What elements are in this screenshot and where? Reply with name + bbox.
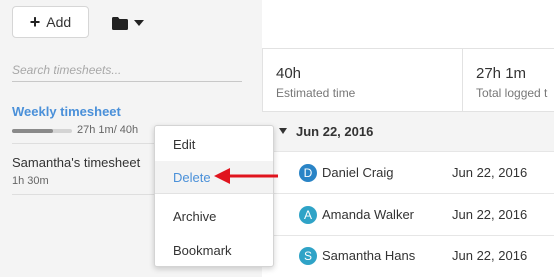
menu-item-label: Delete: [173, 170, 211, 185]
menu-item-label: Edit: [173, 137, 196, 152]
avatar: S: [299, 247, 317, 265]
collapse-triangle-icon[interactable]: [279, 128, 287, 134]
timesheet-meta-samantha: 1h 30m: [12, 175, 49, 187]
context-menu: Edit Delete Archive Bookmark: [154, 125, 274, 267]
row-user-name: Samantha Hans: [322, 248, 416, 263]
row-date: Jun 22, 2016: [452, 207, 528, 222]
avatar: D: [299, 164, 317, 182]
menu-divider: [155, 193, 273, 194]
add-button-label: Add: [46, 14, 72, 30]
folder-icon: [112, 16, 128, 30]
timesheet-progress-bar: [12, 129, 72, 133]
caret-down-icon: [134, 20, 144, 26]
row-user-name: Daniel Craig: [322, 165, 394, 180]
stats-divider: [462, 48, 463, 112]
add-button[interactable]: + Add: [12, 6, 89, 38]
menu-item-archive[interactable]: Archive: [155, 200, 273, 232]
timesheet-item-samantha[interactable]: Samantha's timesheet: [12, 155, 140, 170]
folder-dropdown-button[interactable]: [112, 13, 152, 33]
timesheet-meta-weekly: 27h 1m/ 40h: [77, 124, 139, 136]
total-logged-label: Total logged t: [476, 86, 548, 100]
app-root: + Add Weekly timesheet 27h 1m/ 40h Saman…: [0, 0, 554, 277]
timesheet-item-weekly[interactable]: Weekly timesheet: [12, 104, 121, 119]
row-date: Jun 22, 2016: [452, 248, 528, 263]
plus-icon: +: [29, 12, 41, 32]
total-logged-value: 27h 1m: [476, 65, 527, 82]
menu-item-bookmark[interactable]: Bookmark: [155, 234, 273, 266]
date-group-label: Jun 22, 2016: [296, 124, 374, 139]
menu-item-edit[interactable]: Edit: [155, 128, 273, 160]
menu-item-label: Bookmark: [173, 243, 232, 258]
row-date: Jun 22, 2016: [452, 165, 528, 180]
search-input[interactable]: [12, 59, 242, 82]
row-user-name: Amanda Walker: [322, 207, 414, 222]
timesheet-progress-fill: [12, 129, 53, 133]
avatar: A: [299, 206, 317, 224]
menu-item-label: Archive: [173, 209, 217, 224]
annotation-arrow-icon: [214, 168, 278, 184]
estimated-time-label: Estimated time: [276, 86, 356, 100]
estimated-time-value: 40h: [276, 65, 302, 82]
